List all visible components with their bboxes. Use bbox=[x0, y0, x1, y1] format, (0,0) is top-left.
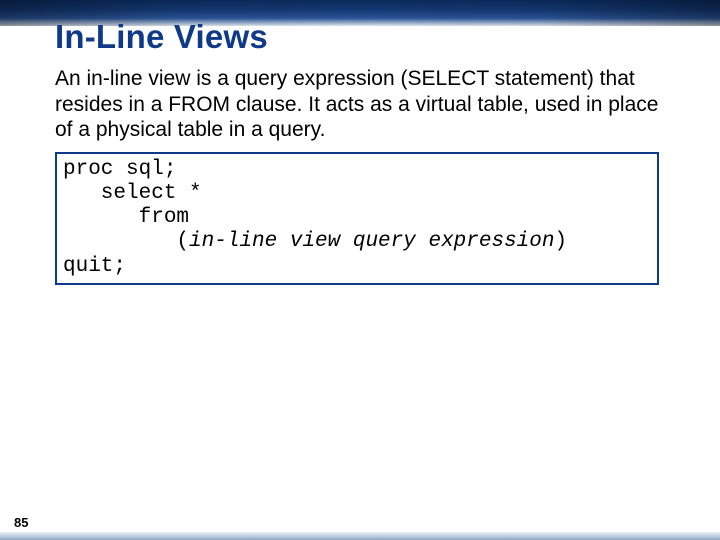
code-line-3: from bbox=[63, 206, 189, 229]
page-number: 85 bbox=[14, 515, 28, 530]
code-line-1: proc sql; bbox=[63, 158, 176, 181]
slide-description: An in-line view is a query expression (S… bbox=[55, 66, 667, 143]
code-line-2: select * bbox=[63, 182, 202, 205]
footer-band bbox=[0, 532, 720, 540]
code-line-4-prefix: ( bbox=[63, 230, 189, 253]
code-line-4-suffix: ) bbox=[555, 230, 568, 253]
slide-title: In-Line Views bbox=[55, 18, 268, 56]
code-example-box: proc sql; select * from (in-line view qu… bbox=[55, 152, 659, 285]
code-line-4-italic: in-line view query expression bbox=[189, 230, 554, 253]
code-block: proc sql; select * from (in-line view qu… bbox=[63, 158, 651, 279]
code-line-5: quit; bbox=[63, 255, 126, 278]
